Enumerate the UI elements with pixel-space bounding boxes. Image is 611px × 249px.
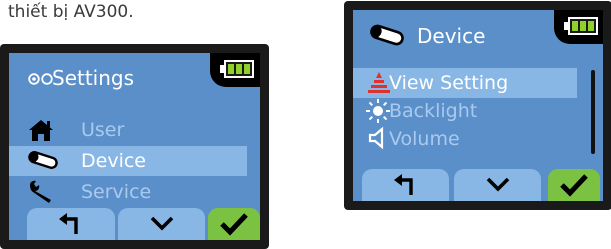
device-lcd: Device View Setting Backlight Volume [353, 10, 603, 201]
menu-item-device[interactable]: Device [9, 146, 247, 176]
menu-item-view-setting[interactable]: View Setting [353, 68, 577, 98]
menu-item-label: View Setting [389, 72, 509, 94]
house-icon [26, 117, 56, 143]
back-button[interactable] [362, 169, 449, 201]
back-arrow-icon [393, 174, 413, 195]
caption-text: thiết bị AV300. [8, 2, 134, 22]
menu-item-volume[interactable]: Volume [353, 124, 577, 154]
microphone-handset-icon [367, 23, 407, 51]
settings-screen: Settings User Device Service [0, 44, 269, 249]
confirm-button[interactable] [208, 208, 260, 240]
menu-item-backlight[interactable]: Backlight [353, 96, 577, 126]
menu-item-label: Service [81, 181, 152, 203]
menu-item-label: User [81, 119, 125, 141]
battery-indicator [554, 10, 603, 44]
down-button[interactable] [118, 208, 205, 240]
menu-item-user[interactable]: User [9, 115, 247, 145]
screen-title: Settings [52, 66, 135, 90]
back-arrow-icon [59, 213, 78, 234]
menu-item-label: Device [81, 150, 146, 172]
chevron-down-icon [150, 216, 173, 231]
checkmark-icon [560, 174, 588, 197]
device-screen: Device View Setting Backlight Volume [344, 1, 611, 210]
menu-item-label: Volume [389, 128, 460, 150]
menu-item-label: Backlight [389, 100, 478, 122]
microphone-handset-icon [26, 148, 58, 174]
checkmark-icon [220, 213, 248, 236]
screen-title: Device [417, 24, 486, 48]
battery-indicator [210, 53, 260, 87]
back-button[interactable] [27, 208, 115, 240]
chevron-down-icon [486, 177, 509, 192]
settings-lcd: Settings User Device Service [9, 53, 260, 240]
down-button[interactable] [454, 169, 541, 201]
scrollbar[interactable] [591, 70, 595, 154]
menu-item-service[interactable]: Service [9, 177, 247, 207]
confirm-button[interactable] [548, 169, 600, 201]
wrench-icon [26, 179, 56, 205]
